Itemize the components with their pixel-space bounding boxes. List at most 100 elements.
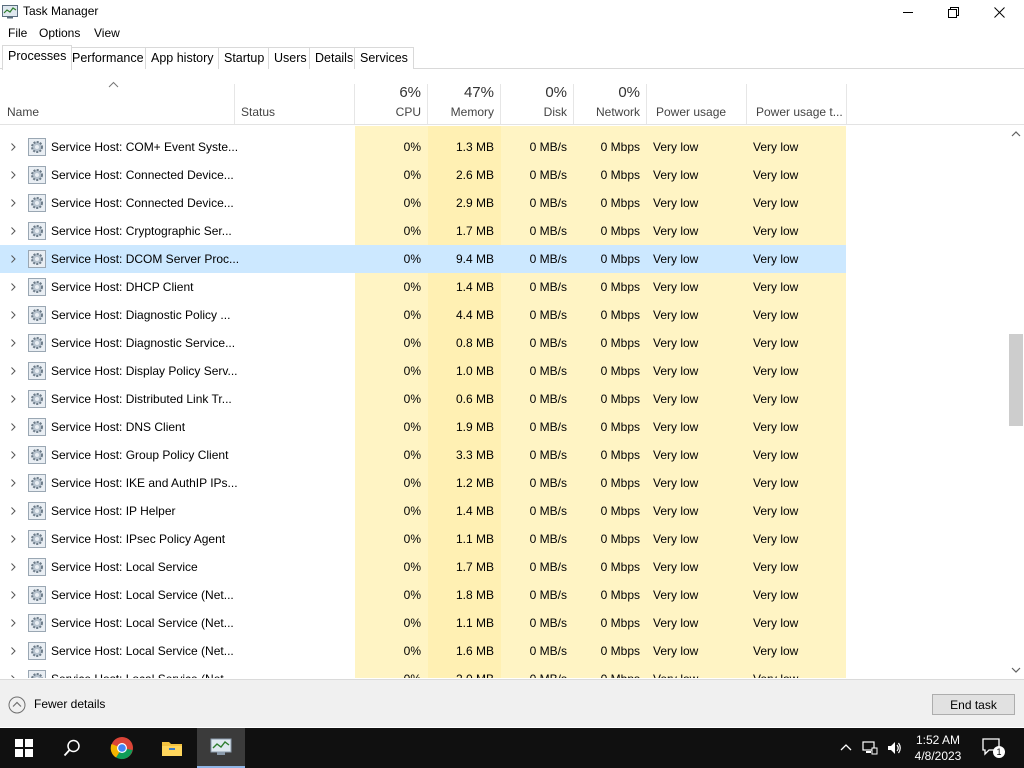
table-row[interactable]: Service Host: IKE and AuthIP IPs... 0% 1.2… xyxy=(0,469,846,497)
expand-chevron-icon[interactable] xyxy=(9,647,17,655)
minimize-button[interactable] xyxy=(885,0,931,24)
table-row[interactable]: Service Host: Diagnostic Service... 0% 0.8… xyxy=(0,329,846,357)
memory-value: 1.7 MB xyxy=(455,224,494,238)
table-row[interactable]: Service Host: Group Policy Client 0% 3.3 M… xyxy=(0,441,846,469)
memory-value: 1.2 MB xyxy=(455,476,494,490)
table-row[interactable]: Service Host: Local Service (Net... 0% 2.0… xyxy=(0,665,846,678)
cpu-value: 0% xyxy=(355,672,421,678)
column-power-usage-trend[interactable]: Power usage t... xyxy=(747,84,847,124)
expand-chevron-icon[interactable] xyxy=(9,283,17,291)
table-row[interactable]: Service Host: Distributed Link Tr... 0% 0.… xyxy=(0,385,846,413)
tab-startup[interactable]: Startup xyxy=(218,47,271,69)
taskbar-chrome-button[interactable] xyxy=(98,728,146,768)
column-network[interactable]: 0% Network xyxy=(574,84,647,124)
tab-users[interactable]: Users xyxy=(268,47,313,69)
expand-chevron-icon[interactable] xyxy=(9,143,17,151)
scroll-up-icon[interactable] xyxy=(1011,129,1021,139)
table-row[interactable]: Service Host: COM+ Event Syste... 0% 1.3 M… xyxy=(0,133,846,161)
table-row[interactable]: Service Host: DHCP Client 0% 1.4 MB 0 MB/s 0… xyxy=(0,273,846,301)
expand-chevron-icon[interactable] xyxy=(9,423,17,431)
expand-chevron-icon[interactable] xyxy=(9,451,17,459)
expand-chevron-icon[interactable] xyxy=(9,479,17,487)
power-usage-trend-value: Very low xyxy=(753,476,799,490)
expand-chevron-icon[interactable] xyxy=(9,591,17,599)
fewer-details-chevron-icon[interactable] xyxy=(8,696,26,714)
service-gear-icon xyxy=(28,586,46,604)
service-gear-icon xyxy=(28,502,46,520)
column-status-label: Status xyxy=(241,105,276,119)
table-row[interactable]: Service Host: Local Service (Net... 0% 1.8… xyxy=(0,581,846,609)
vertical-scrollbar[interactable] xyxy=(1008,126,1024,678)
show-hidden-icons-chevron-icon[interactable] xyxy=(838,740,854,756)
expand-chevron-icon[interactable] xyxy=(9,311,17,319)
table-row[interactable]: Service Host: Display Policy Serv... 0% 1.… xyxy=(0,357,846,385)
table-row[interactable]: Service Host: Local Service 0% 1.7 MB 0 MB/… xyxy=(0,553,846,581)
expand-chevron-icon[interactable] xyxy=(9,255,17,263)
table-row[interactable]: Service Host: Diagnostic Policy ... 0% 4.4… xyxy=(0,301,846,329)
network-value: 0 Mbps xyxy=(600,448,640,462)
expand-chevron-icon[interactable] xyxy=(9,367,17,375)
tab-services[interactable]: Services xyxy=(354,47,414,69)
table-row[interactable]: Service Host: DCOM Server Proc... 0% 9.4 M… xyxy=(0,245,846,273)
expand-chevron-icon[interactable] xyxy=(9,227,17,235)
power-usage-trend-value: Very low xyxy=(753,504,799,518)
minimize-icon xyxy=(903,12,913,13)
menu-options[interactable]: Options xyxy=(39,26,80,40)
column-power-usage[interactable]: Power usage xyxy=(647,84,747,124)
expand-chevron-icon[interactable] xyxy=(9,535,17,543)
scroll-down-icon[interactable] xyxy=(1011,665,1021,675)
network-value: 0 Mbps xyxy=(600,168,640,182)
menu-file[interactable]: File xyxy=(8,26,27,40)
system-clock[interactable]: 1:52 AM 4/8/2023 xyxy=(910,732,966,764)
column-status[interactable]: Status xyxy=(235,84,355,124)
cpu-value: 0% xyxy=(403,560,421,574)
expand-chevron-icon[interactable] xyxy=(9,563,17,571)
taskbar-search-button[interactable] xyxy=(48,728,96,768)
table-row[interactable]: Service Host: Cryptographic Ser... 0% 1.7 … xyxy=(0,217,846,245)
volume-icon[interactable] xyxy=(886,740,902,756)
expand-chevron-icon[interactable] xyxy=(9,395,17,403)
expand-chevron-icon[interactable] xyxy=(9,675,17,678)
process-name: Service Host: IPsec Policy Agent xyxy=(51,532,226,546)
action-center-button[interactable]: 1 xyxy=(982,738,1005,758)
restore-button[interactable] xyxy=(930,0,976,24)
start-button[interactable] xyxy=(0,728,48,768)
scrollbar-thumb[interactable] xyxy=(1009,334,1023,426)
tab-performance[interactable]: Performance xyxy=(66,47,150,69)
disk-value: 0 MB/s xyxy=(529,616,567,630)
network-icon[interactable] xyxy=(862,740,878,756)
expand-chevron-icon[interactable] xyxy=(9,199,17,207)
table-row[interactable]: Service Host: IP Helper 0% 1.4 MB 0 MB/s 0 M… xyxy=(0,497,846,525)
taskbar-task-manager-button[interactable] xyxy=(197,728,245,768)
process-name: Service Host: DNS Client xyxy=(51,420,186,434)
expand-chevron-icon[interactable] xyxy=(9,507,17,515)
end-task-button[interactable]: End task xyxy=(932,694,1015,715)
expand-chevron-icon[interactable] xyxy=(9,339,17,347)
column-cpu[interactable]: 6% CPU xyxy=(355,84,428,124)
table-row[interactable]: Service Host: DNS Client 0% 1.9 MB 0 MB/s 0 … xyxy=(0,413,846,441)
table-row[interactable]: Service Host: Local Service (Net... 0% 1.1… xyxy=(0,609,846,637)
column-disk[interactable]: 0% Disk xyxy=(501,84,574,124)
power-usage-trend-value: Very low xyxy=(753,308,799,322)
network-value: 0 Mbps xyxy=(600,252,640,266)
cpu-value: 0% xyxy=(403,504,421,518)
service-gear-icon xyxy=(28,474,46,492)
column-name[interactable]: Name xyxy=(0,84,235,124)
disk-value: 0 MB/s xyxy=(529,532,567,546)
tab-processes[interactable]: Processes xyxy=(2,45,73,70)
table-row[interactable]: Service Host: Connected Device... 0% 2.9 M… xyxy=(0,189,846,217)
column-memory[interactable]: 47% Memory xyxy=(428,84,501,124)
fewer-details-link[interactable]: Fewer details xyxy=(34,697,105,711)
process-name: Service Host: Local Service (Net... xyxy=(51,588,234,602)
menu-view[interactable]: View xyxy=(94,26,120,40)
tab-details[interactable]: Details xyxy=(309,47,360,69)
table-row[interactable]: Service Host: Connected Device... 0% 2.6 M… xyxy=(0,161,846,189)
table-row[interactable]: Service Host: IPsec Policy Agent 0% 1.1 MB… xyxy=(0,525,846,553)
tab-app-history[interactable]: App history xyxy=(145,47,220,69)
expand-chevron-icon[interactable] xyxy=(9,171,17,179)
expand-chevron-icon[interactable] xyxy=(9,619,17,627)
taskbar-file-explorer-button[interactable] xyxy=(148,728,196,768)
tab-strip: Processes Performance App history Startu… xyxy=(0,45,1024,70)
table-row[interactable]: Service Host: Local Service (Net... 0% 1.6… xyxy=(0,637,846,665)
close-button[interactable] xyxy=(976,0,1022,24)
